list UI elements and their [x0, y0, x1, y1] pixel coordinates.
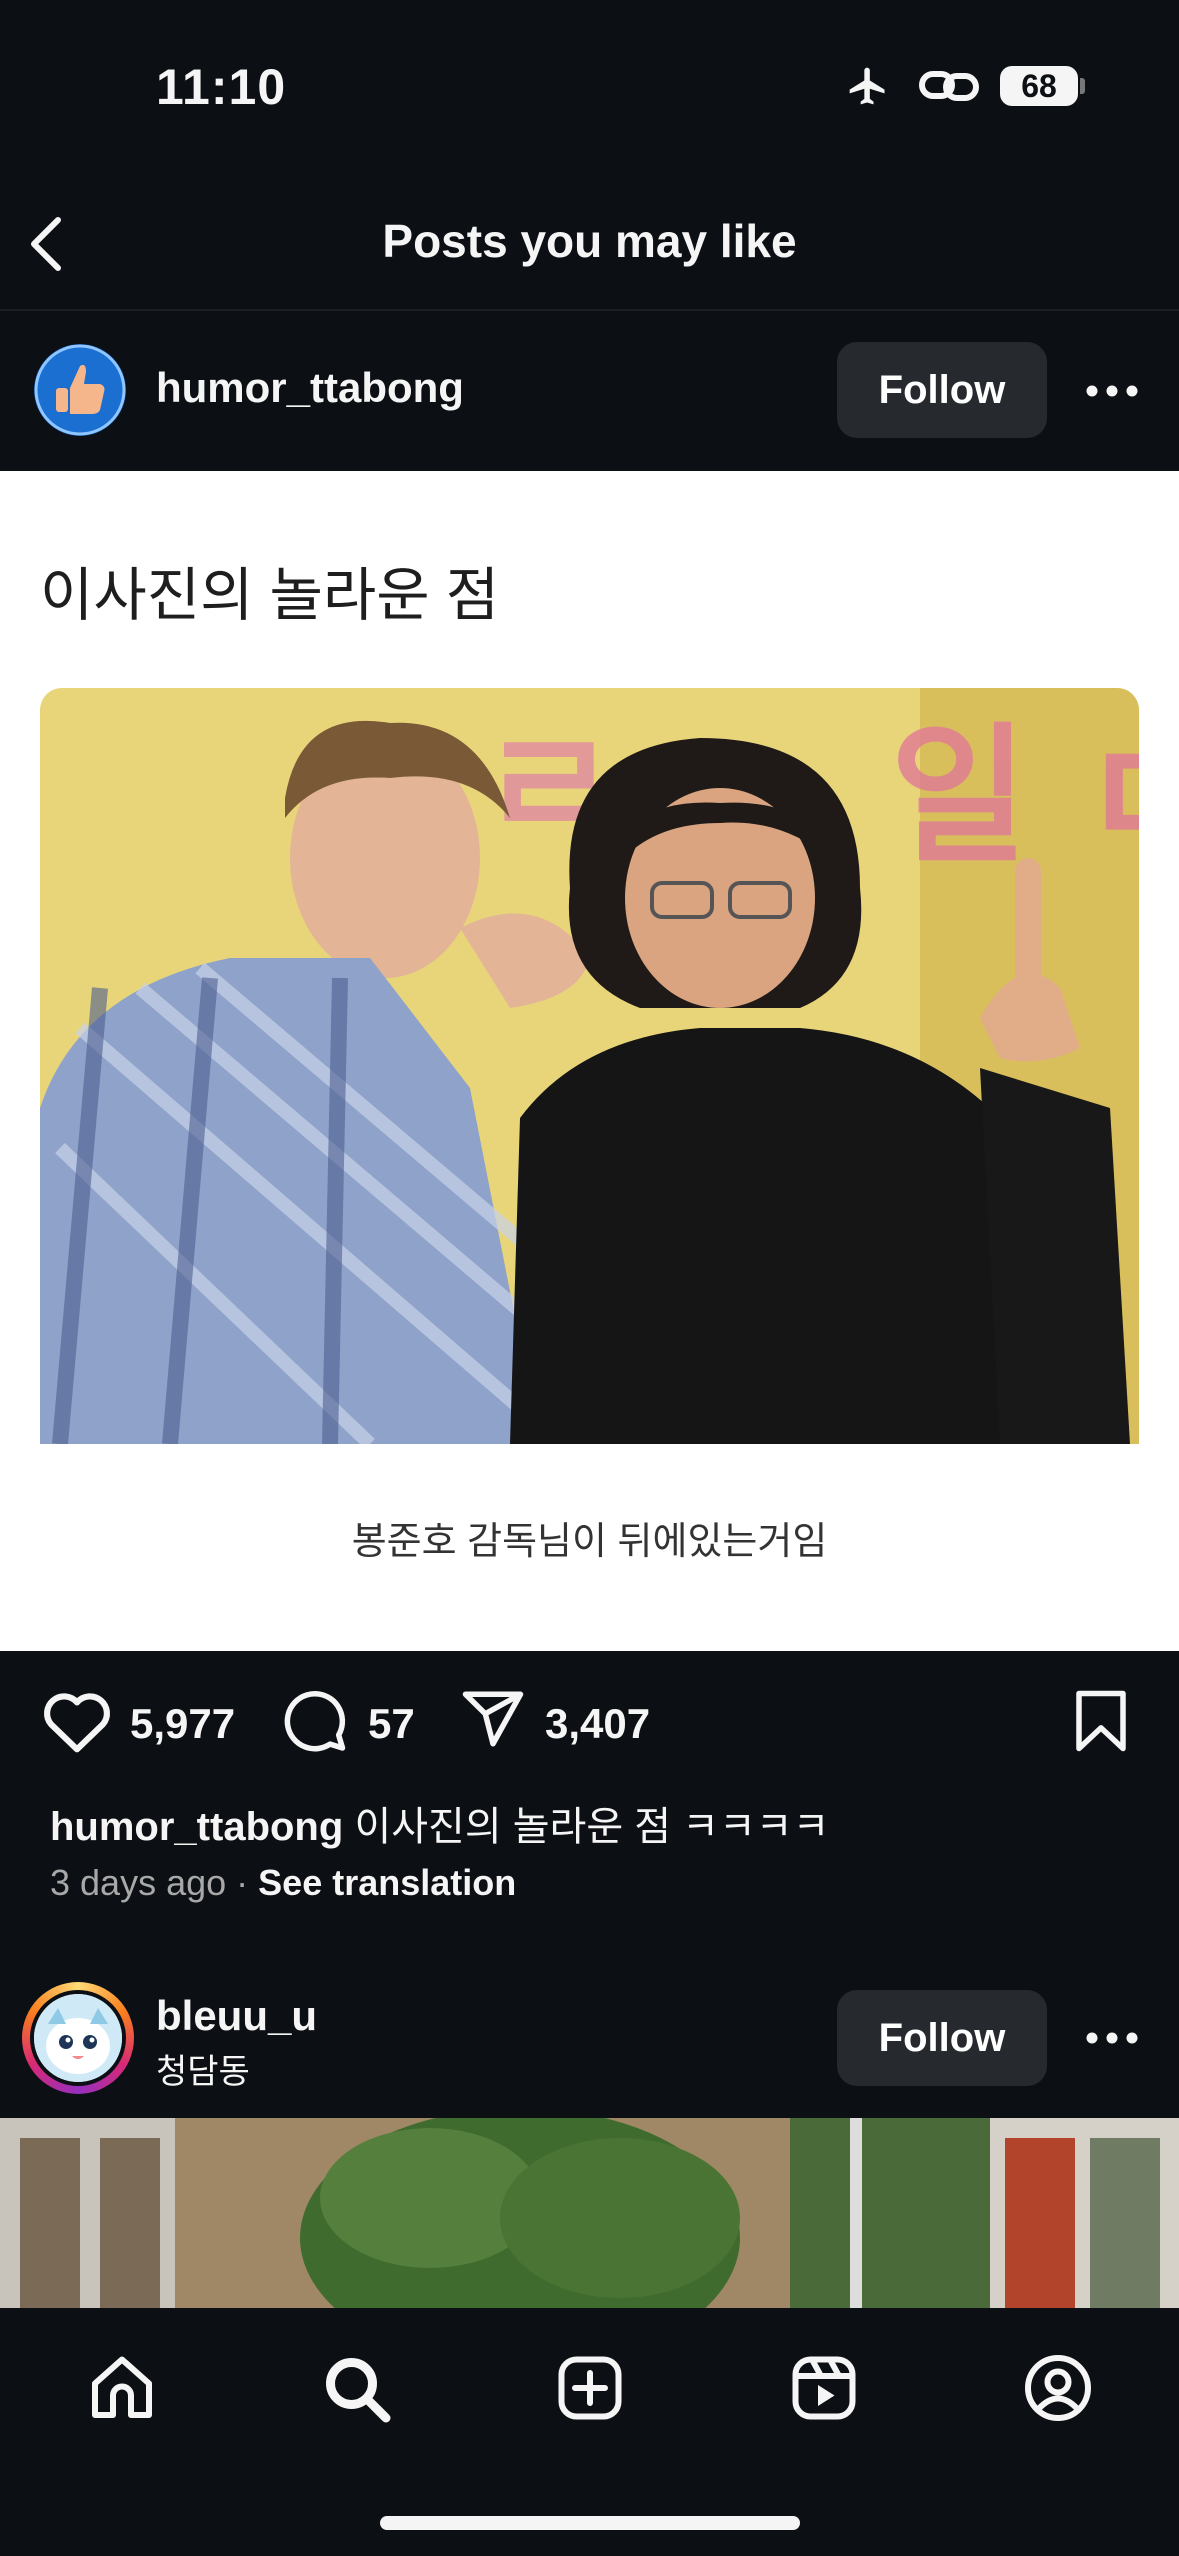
image-title-text: 이사진의 놀라운 점 [40, 563, 500, 628]
photo-two-men: ㄹ 일 ㄷ [40, 688, 1139, 1444]
post-username[interactable]: humor_ttabong [156, 364, 464, 412]
create-icon[interactable] [554, 2352, 626, 2424]
page-title: Posts you may like [382, 215, 797, 267]
see-translation-link[interactable]: See translation [258, 1862, 516, 1903]
post-meta: 3 days ago · See translation [50, 1862, 516, 1904]
follow-button[interactable]: Follow [837, 1990, 1047, 2086]
header-divider [0, 309, 1179, 311]
battery-nub [1080, 78, 1085, 94]
follow-button[interactable]: Follow [837, 342, 1047, 438]
profile-icon[interactable] [1022, 2352, 1094, 2424]
avatar[interactable] [34, 344, 126, 436]
comment-icon[interactable] [282, 1688, 348, 1754]
status-time: 11:10 [156, 59, 287, 115]
like-count[interactable]: 5,977 [130, 1700, 235, 1748]
reels-icon[interactable] [788, 2352, 860, 2424]
home-icon[interactable] [86, 2352, 158, 2424]
more-options-icon[interactable] [1082, 381, 1142, 401]
svg-text:일 ㄷ: 일 ㄷ [890, 710, 1139, 884]
bookmark-icon[interactable] [1073, 1688, 1129, 1754]
heart-icon[interactable] [40, 1686, 114, 1754]
share-icon[interactable] [458, 1686, 528, 1752]
time-ago: 3 days ago [50, 1862, 227, 1903]
image-caption-text: 봉준호 감독님이 뒤에있는거임 [351, 1521, 828, 1563]
home-indicator [380, 2516, 800, 2530]
more-options-icon[interactable] [1082, 2028, 1142, 2048]
search-icon[interactable] [320, 2352, 392, 2424]
post-location[interactable]: 청담동 [156, 2044, 250, 2093]
post-caption: humor_ttabong 이사진의 놀라운 점 ㅋㅋㅋㅋ [50, 1794, 829, 1852]
avatar [34, 1994, 122, 2082]
meta-separator: · [236, 1862, 249, 1903]
post-username[interactable]: bleuu_u [156, 1992, 317, 2040]
battery-indicator: 68 [1000, 66, 1078, 106]
comment-count[interactable]: 57 [368, 1700, 415, 1748]
caption-text: 이사진의 놀라운 점 ㅋㅋㅋㅋ [354, 1805, 830, 1849]
airplane-mode-icon [842, 64, 894, 108]
share-count[interactable]: 3,407 [545, 1700, 650, 1748]
post-image[interactable] [0, 2118, 1179, 2308]
personal-hotspot-icon [918, 66, 980, 106]
story-ring-avatar[interactable] [22, 1982, 134, 2094]
caption-username[interactable]: humor_ttabong [50, 1805, 343, 1849]
